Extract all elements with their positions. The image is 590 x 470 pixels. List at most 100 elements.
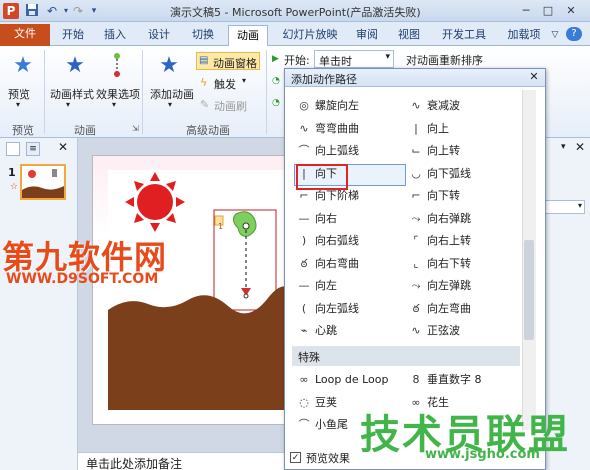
motion-path-item[interactable]: ∞ Loop de Loop <box>296 370 389 390</box>
preview-dropdown-icon[interactable]: ▾ <box>16 100 20 109</box>
motion-path-item[interactable]: 8 垂直数字 8 <box>408 370 482 390</box>
motion-path-item[interactable]: ⌒ 向上弧线 <box>296 141 360 161</box>
animation-painter-button[interactable]: 动画刷 <box>214 98 247 114</box>
add-animation-icon[interactable]: ★ <box>156 54 182 78</box>
motion-path-label: 向右下转 <box>427 256 471 270</box>
motion-path-item[interactable]: ) 向右弧线 <box>296 231 359 251</box>
powerpoint-logo-icon[interactable]: P <box>3 3 19 19</box>
task-pane-select[interactable]: ▾ <box>541 200 585 214</box>
slides-tab-icon[interactable] <box>6 142 20 156</box>
slide-number: 1 <box>8 166 16 179</box>
redo-icon[interactable]: ↷ <box>70 3 86 19</box>
motion-path-label: 向左 <box>315 279 337 292</box>
motion-path-item[interactable]: ∿ 弯弯曲曲 <box>296 119 359 139</box>
motion-path-item[interactable]: ◡ 向下弧线 <box>408 164 471 184</box>
start-play-icon: ▶ <box>272 54 279 64</box>
motion-path-item[interactable]: ఠ 向左弯曲 <box>408 299 471 319</box>
motion-path-item[interactable]: (向左弧线 <box>296 299 359 319</box>
close-pane-icon[interactable]: ✕ <box>58 140 68 154</box>
notes-field[interactable]: 单击此处添加备注 <box>78 452 290 470</box>
tab-slideshow[interactable]: 幻灯片放映 <box>276 25 344 46</box>
close-task-pane-icon[interactable]: ✕ <box>575 140 585 154</box>
motion-path-item[interactable]: ⌐ 向下转 <box>408 186 460 206</box>
add-animation-dropdown-icon[interactable]: ▾ <box>168 100 172 109</box>
motion-path-item[interactable]: ⤳ 向右弹跳 <box>408 209 471 229</box>
tab-developer[interactable]: 开发工具 <box>436 25 492 46</box>
motion-path-label: 垂直数字 8 <box>427 373 482 386</box>
animation-pane-label: 动画窗格 <box>213 57 257 70</box>
tab-insert[interactable]: 插入 <box>98 25 132 46</box>
motion-path-icon: ⌐ <box>411 189 421 202</box>
motion-path-item[interactable]: ⌜ 向右上转 <box>408 231 471 251</box>
save-icon[interactable] <box>24 3 40 19</box>
effect-options-button[interactable]: 效果选项 <box>96 86 140 102</box>
motion-path-label: 向左弯曲 <box>427 301 471 315</box>
dialog-title-bar: 添加动作路径 ✕ <box>285 69 545 87</box>
motion-path-item[interactable]: ⤳ 向左弹跳 <box>408 276 471 296</box>
motion-path-item[interactable]: — 向右 <box>296 209 338 229</box>
task-pane-dropdown-icon[interactable]: ▾ <box>578 201 582 210</box>
animation-style-button[interactable]: 动画样式 <box>50 86 94 102</box>
motion-path-item[interactable]: ⌁ 心跳 <box>296 321 337 341</box>
tab-animations[interactable]: 动画 <box>228 25 268 47</box>
motion-path-label: 豆荚 <box>315 395 337 409</box>
motion-path-item[interactable]: | 向上 <box>408 119 449 139</box>
motion-path-item[interactable]: ◌ 豆荚 <box>296 393 337 413</box>
collapse-ribbon-icon[interactable]: ▽ <box>548 25 562 46</box>
motion-path-label: 向上转 <box>427 144 460 157</box>
help-icon[interactable]: ? <box>566 27 582 41</box>
outline-tab-icon[interactable]: ≡ <box>26 142 40 156</box>
customize-qat-icon[interactable]: ▾ <box>86 3 102 19</box>
slide-thumbnail[interactable] <box>20 164 66 200</box>
start-select[interactable]: 单击时 ▾ <box>314 50 394 68</box>
pane-options-icon[interactable]: ▾ <box>561 142 566 152</box>
tab-addins[interactable]: 加载项 <box>502 25 546 46</box>
motion-path-icon: ఠ <box>412 301 420 315</box>
animation-tag-icon: 1 <box>218 222 224 231</box>
motion-path-item[interactable]: ఠ 向右弯曲 <box>296 254 359 274</box>
effect-options-icon[interactable] <box>104 52 130 84</box>
dialog-close-button[interactable]: ✕ <box>527 70 541 84</box>
motion-path-item[interactable]: — 向左 <box>296 276 338 296</box>
motion-path-label: Loop de Loop <box>315 373 389 386</box>
animation-dialog-launcher-icon[interactable]: ⇲ <box>132 124 139 133</box>
tab-design[interactable]: 设计 <box>142 25 176 46</box>
tab-review[interactable]: 审阅 <box>350 25 384 46</box>
preview-checkbox[interactable]: ✓ <box>290 452 301 463</box>
group-label-animation: 动画 <box>74 124 96 137</box>
motion-path-item[interactable]: ◎ 螺旋向左 <box>296 96 359 116</box>
motion-path-item[interactable]: ∿ 衰减波 <box>408 96 460 116</box>
watermark-left-url: WWW.D9SOFT.COM <box>6 271 159 287</box>
tab-transitions[interactable]: 切换 <box>186 25 220 46</box>
tab-file[interactable]: 文件 <box>0 24 50 46</box>
reorder-label: 对动画重新排序 <box>406 54 483 67</box>
dialog-scrollbar-thumb[interactable] <box>524 240 534 340</box>
effect-options-dropdown-icon[interactable]: ▾ <box>112 100 116 109</box>
animation-painter-icon[interactable]: ✎ <box>200 98 209 111</box>
trigger-icon[interactable]: ϟ <box>200 76 207 89</box>
minimize-button[interactable]: ─ <box>516 2 536 19</box>
motion-path-item[interactable]: ⌙ 向上转 <box>408 141 460 161</box>
sun-shape <box>125 172 185 232</box>
close-window-button[interactable]: ✕ <box>561 2 581 19</box>
trigger-button[interactable]: 触发 <box>214 76 236 92</box>
motion-path-icon: | <box>414 121 418 135</box>
start-select-dropdown-icon[interactable]: ▾ <box>385 52 390 62</box>
animation-style-dropdown-icon[interactable]: ▾ <box>66 100 70 109</box>
tab-home[interactable]: 开始 <box>56 25 90 46</box>
maximize-button[interactable]: □ <box>538 2 558 19</box>
animation-style-icon[interactable]: ★ <box>62 54 88 78</box>
tab-view[interactable]: 视图 <box>392 25 426 46</box>
selection-red-box <box>296 164 348 190</box>
preview-star-icon[interactable]: ★ <box>10 54 36 78</box>
motion-path-item[interactable]: ⌒ 小鱼尾 <box>296 415 349 435</box>
motion-path-label: 向右弹跳 <box>427 211 471 225</box>
motion-path-label: 向下阶梯 <box>315 189 359 202</box>
motion-path-icon: 8 <box>412 373 420 386</box>
motion-path-item[interactable]: ∿ 正弦波 <box>408 321 460 341</box>
motion-path-item[interactable]: ⌞ 向右下转 <box>408 254 471 274</box>
trigger-dropdown-icon[interactable]: ▾ <box>242 76 246 85</box>
animation-pane-button[interactable]: ▤ 动画窗格 <box>196 52 260 70</box>
watermark-right-url: www.jsgho.com <box>425 447 540 462</box>
motion-path-label: 向下弧线 <box>427 166 471 180</box>
